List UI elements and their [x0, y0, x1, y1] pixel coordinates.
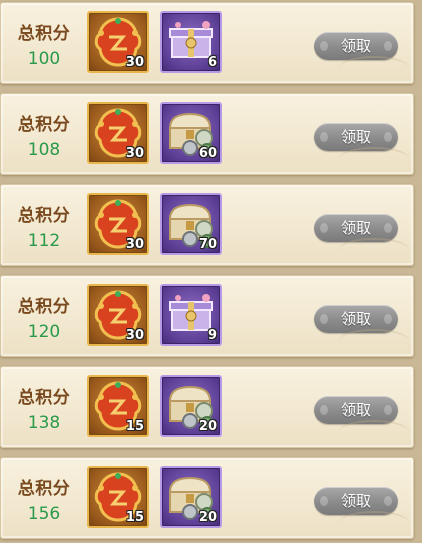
- reward-row: 总积分 120 30 9 领取: [0, 275, 414, 357]
- claim-button[interactable]: 领取: [314, 32, 398, 60]
- item-count: 30: [125, 146, 144, 161]
- item-count: 70: [198, 237, 217, 252]
- claim-button[interactable]: 领取: [314, 396, 398, 424]
- item-count: 20: [198, 419, 217, 434]
- item-count: 60: [198, 146, 217, 161]
- purple-gift-box-icon[interactable]: 6: [160, 11, 222, 73]
- total-score-value: 156: [27, 504, 61, 524]
- item-count: 30: [125, 237, 144, 252]
- red-badge-icon[interactable]: 15: [87, 466, 149, 528]
- claim-button[interactable]: 领取: [314, 214, 398, 242]
- treasure-chest-coins-icon[interactable]: 60: [160, 102, 222, 164]
- reward-row: 总积分 100 30 6 领取: [0, 2, 414, 84]
- total-score-label: 总积分: [17, 479, 71, 499]
- red-badge-icon[interactable]: 30: [87, 193, 149, 255]
- total-score-label: 总积分: [17, 388, 71, 408]
- total-score-value: 112: [27, 231, 61, 251]
- total-score-value: 100: [27, 49, 61, 69]
- claim-button[interactable]: 领取: [314, 487, 398, 515]
- item-count: 15: [125, 419, 144, 434]
- red-badge-icon[interactable]: 30: [87, 102, 149, 164]
- purple-gift-box-icon[interactable]: 9: [160, 284, 222, 346]
- treasure-chest-coins-icon[interactable]: 20: [160, 375, 222, 437]
- reward-row: 总积分 108 30 60 领取: [0, 93, 414, 175]
- reward-row: 总积分 138 15 20 领取: [0, 366, 414, 448]
- item-count: 15: [125, 510, 144, 525]
- claim-button[interactable]: 领取: [314, 305, 398, 333]
- red-badge-icon[interactable]: 30: [87, 284, 149, 346]
- red-badge-icon[interactable]: 15: [87, 375, 149, 437]
- item-count: 9: [207, 328, 217, 343]
- reward-row: 总积分 112 30 70 领取: [0, 184, 414, 266]
- total-score-value: 138: [27, 413, 61, 433]
- item-count: 6: [207, 55, 217, 70]
- total-score-label: 总积分: [17, 297, 71, 317]
- red-badge-icon[interactable]: 30: [87, 11, 149, 73]
- claim-button[interactable]: 领取: [314, 123, 398, 151]
- total-score-value: 120: [27, 322, 61, 342]
- total-score-label: 总积分: [17, 24, 71, 44]
- treasure-chest-coins-icon[interactable]: 20: [160, 466, 222, 528]
- item-count: 30: [125, 55, 144, 70]
- total-score-label: 总积分: [17, 206, 71, 226]
- item-count: 20: [198, 510, 217, 525]
- reward-row: 总积分 156 15 20 领取: [0, 457, 414, 539]
- total-score-value: 108: [27, 140, 61, 160]
- reward-list: 总积分 100 30 6 领取 总积分 108 30 60 领取 总积分 112…: [0, 0, 422, 543]
- item-count: 30: [125, 328, 144, 343]
- total-score-label: 总积分: [17, 115, 71, 135]
- treasure-chest-coins-icon[interactable]: 70: [160, 193, 222, 255]
